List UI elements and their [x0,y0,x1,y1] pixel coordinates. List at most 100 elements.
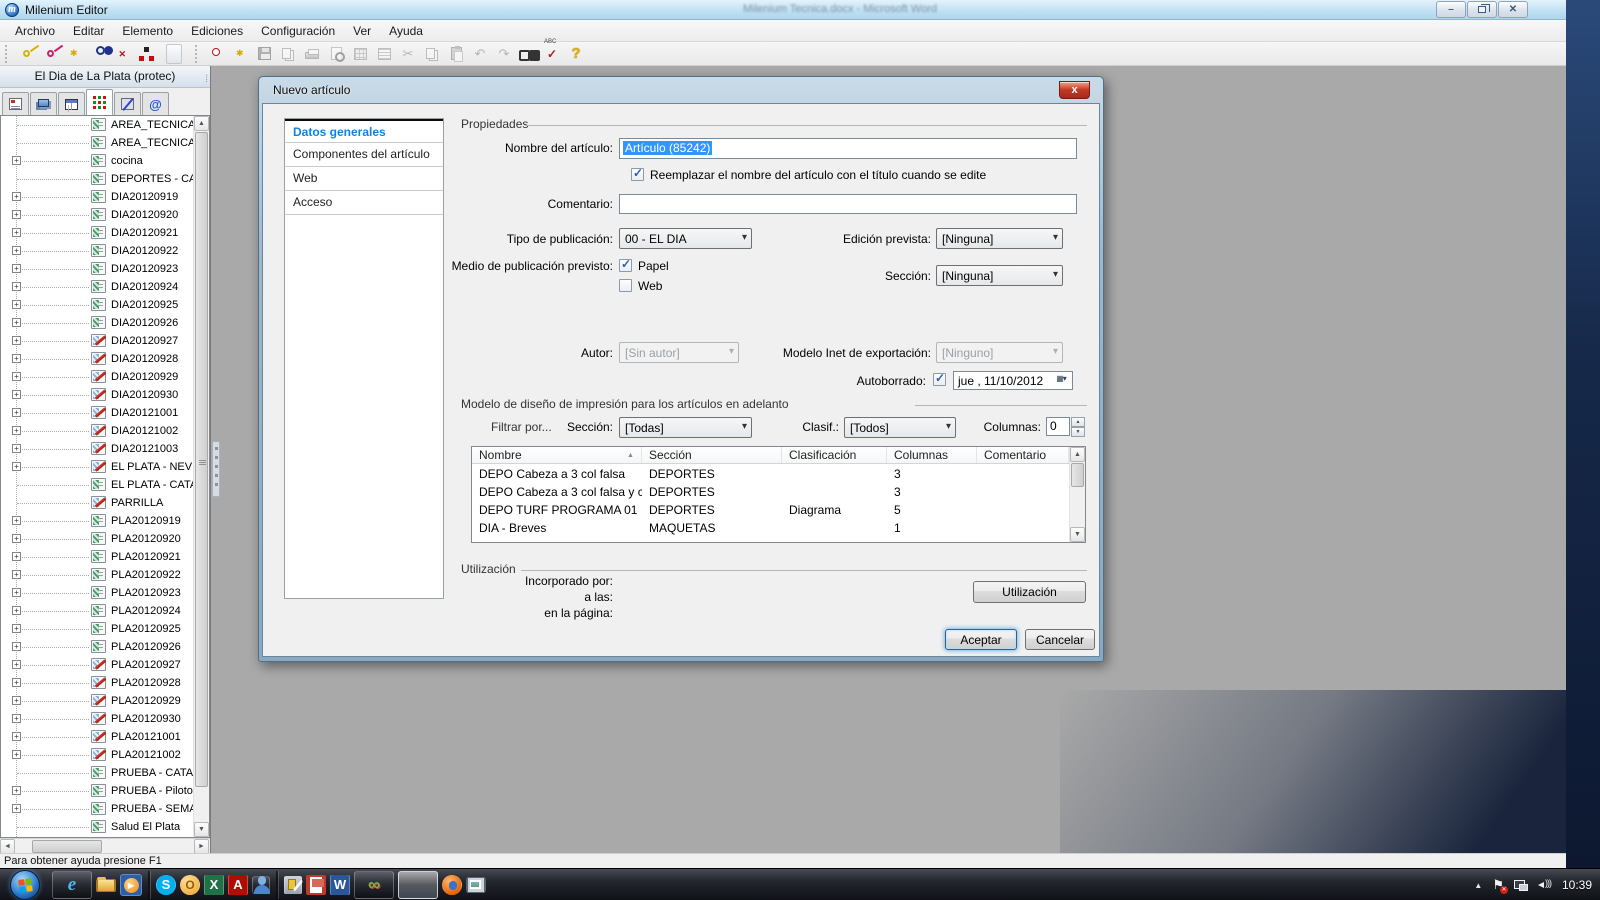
new-article-icon[interactable] [228,43,252,64]
tree-expander-icon[interactable] [12,426,21,435]
tree-item[interactable]: PLA20120923 [1,584,193,602]
tree-item[interactable]: PLA20120926 [1,638,193,656]
scroll-down-icon[interactable]: ▼ [194,822,209,837]
tree-item[interactable]: DIA20120927 [1,332,193,350]
tree-expander-icon[interactable] [12,336,21,345]
table-row[interactable]: DEPO Cabeza a 3 col falsa DEPORTES 3 [472,465,1085,483]
menu-item[interactable]: Ediciones [182,22,252,40]
connect-key-icon[interactable] [14,43,38,64]
tree-expander-icon[interactable] [12,192,21,201]
comment-field[interactable] [619,194,1077,214]
tree-item[interactable]: PLA20120930 [1,710,193,728]
scroll-right-icon[interactable]: ► [194,839,209,854]
tree-expander-icon[interactable] [12,390,21,399]
tree-item[interactable]: DIA20120924 [1,278,193,296]
tree-expander-icon[interactable] [12,354,21,363]
paper-checkbox[interactable] [619,259,632,272]
table-scrollbar-thumb[interactable] [1071,463,1084,487]
table-row[interactable]: DEPO Cabeza a 3 col falsa y cu... DEPORT… [472,483,1085,501]
web-checkbox[interactable] [619,279,632,292]
toolbar-grip[interactable] [195,45,200,63]
tree-item[interactable]: EL PLATA - CATALOGO [1,476,193,494]
tree-item[interactable]: PRUEBA - Piloto [1,782,193,800]
find-icon[interactable] [516,43,540,64]
tree-expander-icon[interactable] [12,408,21,417]
autodelete-date-field[interactable]: jue , 11/10/2012 [953,371,1073,390]
tab-grid-icon[interactable] [86,89,113,115]
tree-item[interactable]: DIA20120928 [1,350,193,368]
tree-expander-icon[interactable] [12,642,21,651]
menu-item[interactable]: Editar [64,22,113,40]
tree-item[interactable]: DIA20120930 [1,386,193,404]
layout-list-icon[interactable] [372,43,396,64]
tree-expander-icon[interactable] [12,714,21,723]
cut-icon[interactable]: ✂ [396,43,420,64]
tab-mail-icon[interactable]: @ [142,92,169,115]
scroll-left-icon[interactable]: ◄ [0,839,15,854]
menu-item[interactable]: Elemento [113,22,182,40]
design-tool-icon[interactable] [284,876,302,894]
tree-expander-icon[interactable] [12,750,21,759]
tree-expander-icon[interactable] [12,534,21,543]
autodelete-checkbox[interactable] [933,373,946,386]
tab-tools-icon[interactable] [114,92,141,115]
menu-item[interactable]: Configuración [252,22,344,40]
tree-item[interactable]: AREA_TECNICA-DIA [1,116,193,134]
acrobat-icon[interactable]: A [228,875,248,895]
toolbar-grip[interactable] [5,45,10,63]
section-combo[interactable]: [Ninguna] [936,265,1063,286]
spinner-down-icon[interactable]: ▼ [1071,427,1085,437]
disconnect-key-icon[interactable] [38,43,62,64]
tree-item[interactable]: PLA20121002 [1,746,193,764]
replace-name-checkbox[interactable] [631,168,644,181]
columns-spinner[interactable]: ▲ ▼ [1071,417,1085,436]
tree-expander-icon[interactable] [12,732,21,741]
tab-articles-icon[interactable] [2,92,29,115]
print-preview-icon[interactable] [324,43,348,64]
tree-item[interactable]: PARRILLA [1,494,193,512]
dialog-nav-item[interactable]: Web [285,167,443,191]
tree-item[interactable]: DIA20120920 [1,206,193,224]
undo-icon[interactable]: ↶ [468,43,492,64]
structure-icon[interactable] [134,43,158,64]
tree-expander-icon[interactable] [12,606,21,615]
panel-splitter[interactable] [212,441,220,497]
tree-expander-icon[interactable] [12,570,21,579]
scroll-up-icon[interactable]: ▲ [194,116,209,131]
media-player-icon[interactable]: ▶ [120,874,142,896]
edition-combo[interactable]: [Ninguna] [936,228,1063,249]
tree-item[interactable]: PLA20120925 [1,620,193,638]
tree-item[interactable]: Salud El Plata [1,818,193,836]
tab-stack-icon[interactable] [30,92,57,115]
save-all-icon[interactable] [276,43,300,64]
excel-icon[interactable]: X [204,875,224,895]
save-icon[interactable] [252,43,276,64]
tab-table-icon[interactable] [58,92,85,115]
word-icon[interactable]: W [330,875,350,895]
tree-item[interactable]: DIA20120921 [1,224,193,242]
scroll-up-icon[interactable]: ▲ [1070,447,1085,462]
tree-horizontal-scrollbar[interactable]: ◄ ► [0,838,210,853]
article-name-field[interactable]: Artículo (85242) [619,138,1077,159]
column-header-seccion[interactable]: Sección [642,447,782,463]
open-recent-icon[interactable] [204,43,228,64]
photo-viewer-icon[interactable] [466,877,486,893]
contacts-icon[interactable] [252,876,270,894]
network-icon[interactable] [1514,880,1528,891]
tree-item[interactable]: PLA20120924 [1,602,193,620]
spinner-up-icon[interactable]: ▲ [1071,417,1085,427]
taskbar-separator[interactable] [276,871,278,899]
help-icon[interactable]: ? [564,43,588,64]
paste-icon[interactable] [444,43,468,64]
tree-item[interactable]: PRUEBA - CATALOGO [1,764,193,782]
tree-item[interactable]: PLA20120928 [1,674,193,692]
taskbar-separator[interactable] [148,871,150,899]
tree-item[interactable]: AREA_TECNICA-EL-PLA [1,134,193,152]
outlook-icon[interactable]: O [180,875,200,895]
filter-section-combo[interactable]: [Todas] [619,417,752,438]
firefox-icon[interactable] [442,875,462,895]
tree-item[interactable]: DIA20121001 [1,404,193,422]
column-header-nombre[interactable]: Nombre [472,447,642,463]
menu-item[interactable]: Ayuda [380,22,432,40]
tree-expander-icon[interactable] [12,660,21,669]
